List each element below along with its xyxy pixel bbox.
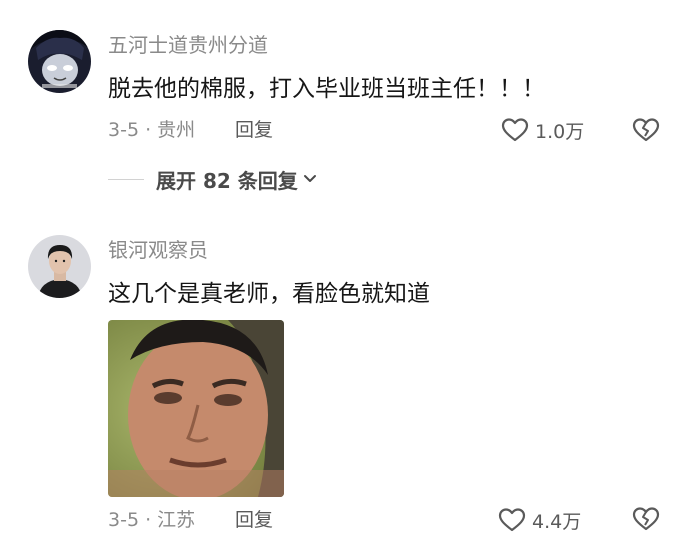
reply-button[interactable]: 回复	[235, 507, 273, 533]
user-avatar-1[interactable]	[28, 30, 91, 93]
reply-button[interactable]: 回复	[235, 117, 273, 143]
date-location: 3-5 · 江苏	[108, 509, 196, 531]
comment-text: 脱去他的棉服，打入毕业班当班主任！！！	[108, 76, 545, 102]
heart-outline-icon	[501, 118, 529, 142]
like-button[interactable]: 4.4万	[498, 505, 581, 535]
heart-outline-icon	[498, 508, 526, 532]
username[interactable]: 五河士道贵州分道	[108, 32, 268, 58]
expand-replies-button[interactable]: 展开 82 条回复	[108, 165, 318, 193]
sticker-image[interactable]	[108, 320, 284, 497]
date-location: 3-5 · 贵州	[108, 119, 196, 141]
username[interactable]: 银河观察员	[108, 237, 208, 263]
like-count: 1.0万	[535, 120, 585, 143]
comment-text: 这几个是真老师，看脸色就知道	[108, 281, 430, 307]
like-count: 4.4万	[532, 510, 582, 533]
broken-heart-icon[interactable]	[632, 117, 660, 143]
user-avatar-2[interactable]	[28, 235, 91, 298]
chevron-down-icon	[303, 175, 316, 182]
like-button[interactable]: 1.0万	[501, 115, 584, 145]
expand-replies-label: 展开 82 条回复	[156, 168, 298, 193]
divider-line	[108, 178, 144, 180]
broken-heart-icon[interactable]	[632, 506, 660, 532]
